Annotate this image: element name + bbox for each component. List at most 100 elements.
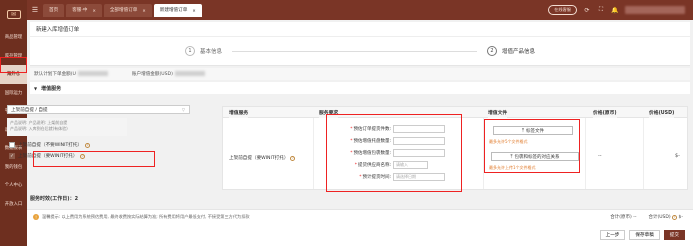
blurred-value — [77, 71, 108, 76]
tab-label: 客服·中 — [72, 8, 88, 13]
option-label: 上架前自提（要WINIT打托） — [18, 154, 78, 159]
notice: ! 温馨提示: 以上费用为系统预估费用, 最终收费按实际结算为准; 所有费用将用户… — [33, 214, 250, 220]
refresh-icon[interactable]: ⟳ — [583, 6, 591, 14]
menu-icon[interactable]: ☰ — [27, 0, 43, 20]
field-pallet-count: *预估增值托盘数量: — [335, 137, 445, 145]
submit-button[interactable]: 提交 — [663, 230, 685, 240]
product-hint: 产品说明: 产品说明: 上架前自提 产品说明: 入库到仓后就(有体验) — [7, 118, 127, 136]
planned-amount: 默认计划下单金额(U — [34, 71, 108, 77]
sidebar-item-product[interactable]: 商品管理 — [0, 28, 27, 47]
blurred-value — [174, 71, 205, 76]
section-title: 增值服务 — [41, 85, 62, 92]
fullscreen-icon[interactable]: ⛶ — [597, 6, 605, 14]
upload-relation-hint[interactable]: 最多允许上传1个文件格式 — [489, 165, 536, 171]
total-original-label: 合计(原币) — [610, 215, 632, 220]
field-label: *预估增值托盘数量: — [335, 138, 391, 144]
sidebar-item-overseas-warehouse[interactable]: 海外仓 — [0, 65, 27, 84]
required-mark: * — [354, 163, 357, 168]
save-draft-button[interactable]: 保存草稿 — [629, 230, 660, 240]
warning-icon: ! — [33, 214, 39, 220]
field-label-text: 预估增值包裹数量: — [353, 151, 391, 156]
column-divider — [643, 118, 644, 189]
header-files: 增值文件 — [488, 107, 508, 118]
help-icon[interactable]: ? — [85, 142, 91, 148]
option-no-pallet[interactable]: 上架前自提（不要WINIT打托） ? — [9, 142, 91, 148]
checkbox[interactable] — [9, 142, 15, 148]
help-icon[interactable]: ? — [672, 214, 678, 220]
field-pickup-date: *预计提货时间: 请选择日期 — [335, 173, 445, 181]
field-label-text: 预估订单提货件数: — [353, 127, 391, 132]
upload-label-hint[interactable]: 最多允许5个文件格式 — [489, 139, 528, 145]
upload-label: 标签文件 — [526, 128, 544, 134]
header-price: 价格(原币) — [593, 107, 617, 118]
caret-down-icon: ▼ — [34, 85, 38, 91]
step-divider — [232, 50, 477, 52]
column-divider — [483, 118, 484, 189]
supplier-name-input[interactable]: 请输入 — [393, 161, 428, 169]
row-service-name: 上架前自提（要WINIT打托）? — [229, 155, 296, 161]
step-number: 2 — [487, 46, 497, 56]
notice-text: 温馨提示: 以上费用为系统预估费用, 最终收费按实际结算为准; 所有费用将用户最… — [42, 214, 250, 219]
topbar: ☰ 首页 客服·中 ✕ 全部增值订单 ✕ 新建增值订单 ✕ 在线客服 ⟳ ⛶ 🔔 — [27, 0, 693, 20]
checkbox-checked[interactable]: ✓ — [9, 153, 15, 159]
field-pickup-count: *预估订单提货件数: — [335, 125, 445, 133]
bell-icon[interactable]: 🔔 — [611, 6, 619, 14]
tab-label: 首页 — [49, 8, 59, 13]
upload-relation-button[interactable]: ⤒ 包裹和标签的对应关系 — [491, 152, 579, 161]
close-icon[interactable]: ✕ — [142, 8, 145, 13]
step-number: 1 — [184, 46, 195, 56]
tab-service[interactable]: 客服·中 ✕ — [66, 3, 102, 17]
tab-home[interactable]: 首页 — [43, 3, 65, 17]
step-value-added-info[interactable]: 2 增值产品信息 — [487, 46, 535, 56]
amount-summary: 默认计划下单金额(U 账户增值金额(USD) — [30, 68, 690, 80]
total-usd: 合计(USD) ? $- — [648, 214, 683, 220]
page-title: 新建入库增值订单 — [30, 22, 690, 36]
planned-amount-label: 默认计划下单金额(U — [34, 72, 76, 77]
pallet-count-input[interactable] — [393, 137, 445, 145]
sidebar-item-inventory[interactable]: 库存管理 — [0, 47, 27, 66]
upload-label-file-button[interactable]: ⤒ 标签文件 — [493, 126, 573, 135]
help-icon[interactable]: ? — [80, 153, 86, 159]
header-service: 增值服务 — [229, 107, 249, 118]
tab-all-orders[interactable]: 全部增值订单 ✕ — [103, 3, 152, 17]
price-usd-value: $- — [675, 153, 680, 159]
sidebar-item-transport[interactable]: 国际运力 — [0, 84, 27, 103]
totals: 合计(原币) -- 合计(USD) ? $- — [610, 214, 683, 220]
sidebar-item-profile[interactable]: 个人中心 — [0, 176, 27, 195]
option-with-pallet[interactable]: ✓ 上架前自提（要WINIT打托） ? — [9, 153, 86, 159]
topbar-actions: 在线客服 ⟳ ⛶ 🔔 — [548, 5, 693, 15]
total-usd-value: $- — [678, 215, 684, 220]
online-service-button[interactable]: 在线客服 — [548, 5, 577, 15]
service-label: 上架前自提（要WINIT打托） — [229, 156, 289, 161]
step-basic-info[interactable]: 1 基本信息 — [184, 46, 222, 56]
pickup-count-input[interactable] — [393, 125, 445, 133]
sidebar-item-open[interactable]: 开放入口 — [0, 195, 27, 214]
option-label: 上架前自提（不要WINIT打托） — [18, 143, 83, 148]
tab-new-order[interactable]: 新建增值订单 ✕ — [153, 3, 202, 17]
column-divider — [313, 118, 314, 189]
service-selector: 上架前自提 / 自提 ▽ 产品说明: 产品说明: 上架前自提 产品说明: 入库到仓… — [7, 105, 192, 173]
prev-step-button[interactable]: 上一步 — [599, 230, 626, 240]
hint-line: 产品说明: 入库到仓后就(有体验) — [10, 125, 68, 131]
step-label: 基本信息 — [199, 49, 222, 55]
footer: ! 温馨提示: 以上费用为系统预估费用, 最终收费按实际结算为准; 所有费用将用户… — [27, 209, 693, 246]
total-original: 合计(原币) -- — [610, 214, 636, 220]
service-category-select[interactable]: 上架前自提 / 自提 ▽ — [7, 105, 190, 114]
total-usd-label: 合计(USD) — [648, 215, 671, 220]
user-info[interactable] — [625, 6, 685, 14]
header-requirement: 服务要求 — [319, 107, 339, 118]
header-price-usd: 价格(USD) — [649, 107, 675, 118]
section-header[interactable]: ▼ 增值服务 — [30, 82, 690, 94]
package-count-input[interactable] — [393, 149, 445, 157]
field-package-count: *预估增值包裹数量: — [335, 149, 445, 157]
pickup-date-input[interactable]: 请选择日期 — [393, 173, 445, 181]
chevron-down-icon: ▽ — [181, 107, 185, 112]
close-icon[interactable]: ✕ — [192, 8, 195, 13]
upload-icon: ⤒ — [510, 154, 513, 160]
logo[interactable]: ✉ — [0, 0, 27, 28]
column-divider — [585, 118, 586, 189]
close-icon[interactable]: ✕ — [92, 8, 95, 13]
help-icon[interactable]: ? — [290, 155, 296, 161]
field-label: *提货供应商名称: — [335, 162, 391, 168]
account-amount: 账户增值金额(USD) — [132, 71, 205, 77]
